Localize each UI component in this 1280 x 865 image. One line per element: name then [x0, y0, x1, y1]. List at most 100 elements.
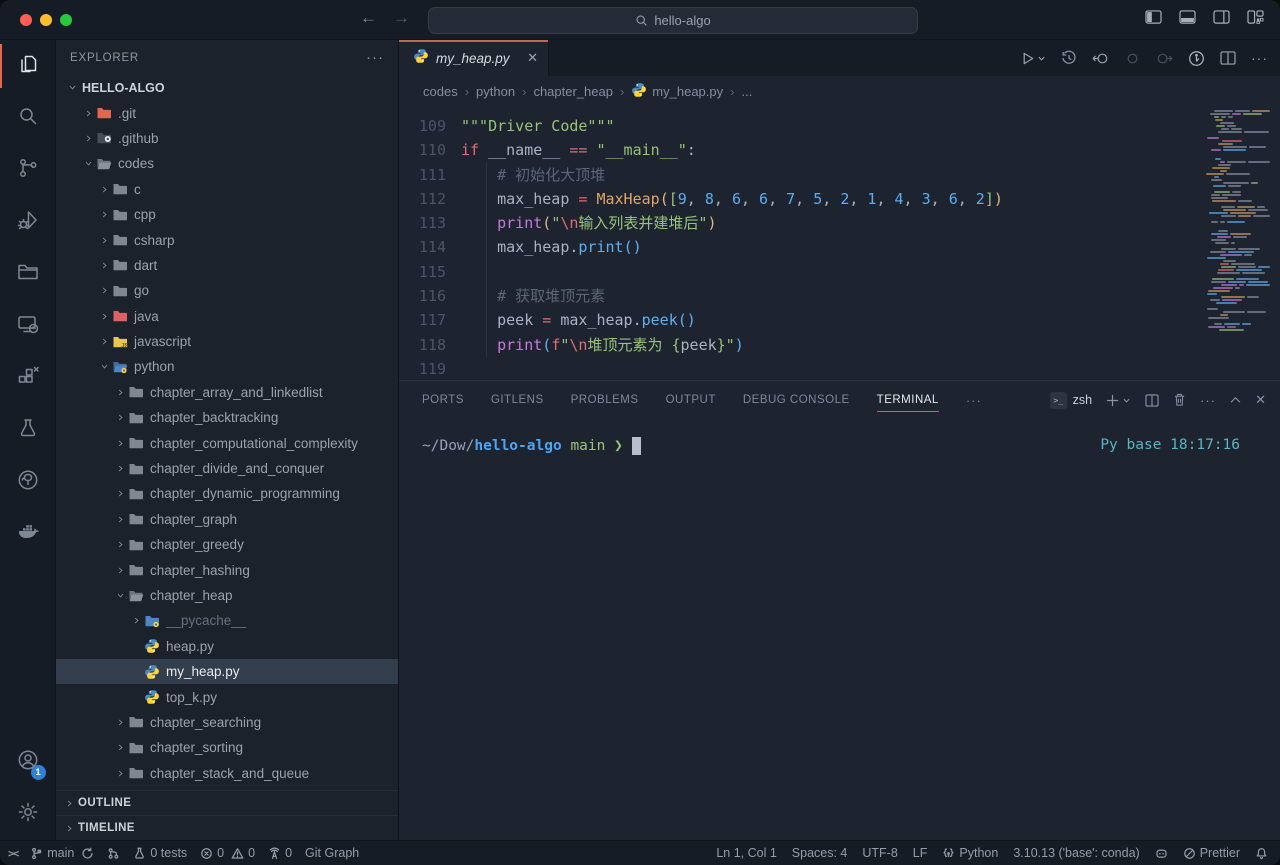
status-item-tests[interactable]: 0 tests: [133, 846, 187, 860]
minimap[interactable]: [1204, 110, 1270, 332]
status-item-python-interpreter[interactable]: 3.10.13 ('base': conda): [1013, 846, 1139, 860]
close-panel-icon[interactable]: ✕: [1255, 392, 1266, 408]
tree-row-java[interactable]: java: [56, 304, 398, 329]
panel-more-tabs-icon[interactable]: ···: [966, 381, 982, 419]
tree-row-chapter-dynamic-programming[interactable]: chapter_dynamic_programming: [56, 481, 398, 506]
split-editor-icon[interactable]: [1220, 51, 1236, 65]
status-item-problems[interactable]: 00: [200, 846, 255, 860]
kill-terminal-icon[interactable]: [1173, 393, 1186, 407]
code-line-111[interactable]: 111 # 初始化大顶堆: [399, 163, 1280, 187]
status-item-ports[interactable]: 0: [268, 846, 292, 860]
tree-row-python[interactable]: python: [56, 354, 398, 379]
gitlens-graph-icon[interactable]: [1188, 50, 1205, 67]
tree-row-chapter-greedy[interactable]: chapter_greedy: [56, 532, 398, 557]
tree-row-csharp[interactable]: csharp: [56, 227, 398, 252]
code-line-112[interactable]: 112 max_heap = MaxHeap([9, 8, 6, 6, 7, 5…: [399, 187, 1280, 211]
tree-row-chapter-divide-and-conquer[interactable]: chapter_divide_and_conquer: [56, 456, 398, 481]
toggle-secondary-sidebar-icon[interactable]: [1213, 10, 1230, 25]
breadcrumb-item-python[interactable]: python: [476, 84, 515, 99]
activity-bar-item-testing[interactable]: [0, 404, 56, 456]
terminal-dropdown-icon[interactable]: [1122, 396, 1131, 405]
tree-row--github[interactable]: .github: [56, 126, 398, 151]
status-item-encoding[interactable]: UTF-8: [862, 846, 897, 860]
tree-row-chapter-backtracking[interactable]: chapter_backtracking: [56, 405, 398, 430]
status-item-prettier[interactable]: Prettier: [1183, 846, 1240, 860]
tree-row-chapter-heap[interactable]: chapter_heap: [56, 583, 398, 608]
new-terminal-icon[interactable]: [1106, 394, 1119, 407]
explorer-more-actions-icon[interactable]: ···: [366, 49, 384, 66]
activity-bar-item-explorer[interactable]: [0, 40, 56, 92]
activity-bar-item-settings[interactable]: [0, 788, 56, 840]
code-editor[interactable]: 109"""Driver Code"""110if __name__ == "_…: [399, 106, 1280, 380]
activity-bar-item-github[interactable]: [0, 456, 56, 508]
panel-tab-problems[interactable]: PROBLEMS: [571, 381, 639, 419]
minimize-window-button[interactable]: [40, 14, 52, 26]
code-line-116[interactable]: 116 # 获取堆顶元素: [399, 284, 1280, 308]
tree-row-chapter-computational-complexity[interactable]: chapter_computational_complexity: [56, 430, 398, 455]
status-item-remote-indicator[interactable]: ><: [8, 847, 17, 860]
sidebar-section-timeline[interactable]: TIMELINE: [56, 815, 398, 840]
customize-layout-icon[interactable]: [1247, 10, 1264, 25]
zoom-window-button[interactable]: [60, 14, 72, 26]
code-line-115[interactable]: 115: [399, 260, 1280, 284]
activity-bar-item-project-manager[interactable]: [0, 248, 56, 300]
code-line-117[interactable]: 117 peek = max_heap.peek(): [399, 308, 1280, 332]
activity-bar-item-extensions[interactable]: [0, 352, 56, 404]
tree-row-chapter-searching[interactable]: chapter_searching: [56, 710, 398, 735]
more-actions-icon[interactable]: ···: [1251, 50, 1268, 66]
status-item-language-mode[interactable]: Python: [942, 846, 998, 860]
tree-row-chapter-sorting[interactable]: chapter_sorting: [56, 735, 398, 760]
breadcrumb-item-my-heap-py[interactable]: my_heap.py: [631, 82, 723, 101]
back-icon[interactable]: ←: [360, 8, 377, 28]
status-item-notifications[interactable]: [1255, 847, 1268, 860]
next-change-icon[interactable]: [1155, 51, 1173, 66]
tree-row-dart[interactable]: dart: [56, 253, 398, 278]
tab-my-heap-py[interactable]: my_heap.py ✕: [399, 40, 549, 76]
close-tab-icon[interactable]: ✕: [527, 50, 538, 66]
tree-row-go[interactable]: go: [56, 278, 398, 303]
activity-bar-item-run-and-debug[interactable]: [0, 196, 56, 248]
code-line-118[interactable]: 118 print(f"\n堆顶元素为 {peek}"): [399, 333, 1280, 357]
tree-row-chapter-stack-and-queue[interactable]: chapter_stack_and_queue: [56, 761, 398, 786]
status-item-eol[interactable]: LF: [913, 846, 928, 860]
command-center-search[interactable]: hello-algo: [428, 7, 918, 34]
tree-row-chapter-array-and-linkedlist[interactable]: chapter_array_and_linkedlist: [56, 380, 398, 405]
tree-row--git[interactable]: .git: [56, 100, 398, 125]
panel-tab-output[interactable]: OUTPUT: [666, 381, 716, 419]
activity-bar-item-docker[interactable]: [0, 508, 56, 560]
panel-tab-debug-console[interactable]: DEBUG CONSOLE: [743, 381, 850, 419]
tree-row-chapter-hashing[interactable]: chapter_hashing: [56, 557, 398, 582]
tree-row-my-heap-py[interactable]: my_heap.py: [56, 659, 398, 684]
panel-tab-ports[interactable]: PORTS: [422, 381, 464, 419]
status-item-cursor-position[interactable]: Ln 1, Col 1: [716, 846, 776, 860]
code-line-110[interactable]: 110if __name__ == "__main__":: [399, 138, 1280, 162]
sidebar-section-outline[interactable]: OUTLINE: [56, 790, 398, 815]
breadcrumb-item-codes[interactable]: codes: [423, 84, 458, 99]
maximize-panel-icon[interactable]: [1230, 396, 1241, 404]
terminal-shell-item[interactable]: >_ zsh: [1050, 392, 1092, 409]
tree-row-top-k-py[interactable]: top_k.py: [56, 684, 398, 709]
activity-bar-item-accounts[interactable]: 1: [0, 736, 56, 788]
panel-tab-gitlens[interactable]: GITLENS: [491, 381, 544, 419]
tree-row-cpp[interactable]: cpp: [56, 202, 398, 227]
panel-tab-terminal[interactable]: TERMINAL: [877, 381, 939, 419]
panel-more-actions-icon[interactable]: ···: [1200, 393, 1216, 408]
breadcrumb-item-chapter-heap[interactable]: chapter_heap: [533, 84, 613, 99]
tree-row-javascript[interactable]: JSjavascript: [56, 329, 398, 354]
tree-row-c[interactable]: c: [56, 177, 398, 202]
toggle-panel-icon[interactable]: [1179, 10, 1196, 25]
terminal-content[interactable]: ~/Dow/hello-algo main ❯ Py base 18:17:16: [399, 419, 1280, 840]
previous-change-icon[interactable]: [1092, 51, 1110, 66]
breadcrumb-item--[interactable]: ...: [741, 84, 752, 99]
code-line-119[interactable]: 119: [399, 357, 1280, 380]
split-terminal-icon[interactable]: [1145, 394, 1159, 407]
run-python-file-button[interactable]: [1020, 51, 1046, 66]
tree-row-hello-algo[interactable]: HELLO-ALGO: [56, 75, 398, 100]
tree-row--pycache-[interactable]: __pycache__: [56, 608, 398, 633]
file-history-icon[interactable]: [1061, 50, 1077, 66]
tree-row-codes[interactable]: codes: [56, 151, 398, 176]
activity-bar-item-remote-explorer[interactable]: [0, 300, 56, 352]
status-item-git-graph-icon-item[interactable]: [107, 847, 120, 860]
close-window-button[interactable]: [20, 14, 32, 26]
previous-icon[interactable]: [1125, 51, 1140, 66]
